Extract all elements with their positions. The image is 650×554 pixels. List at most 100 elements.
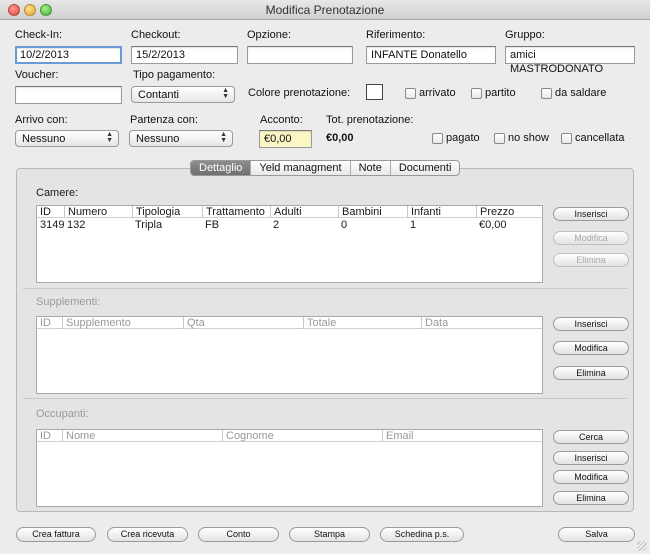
tipo-pagamento-select[interactable]: Contanti ▲ ▼ (131, 86, 235, 103)
camere-elimina-button[interactable]: Elimina (553, 253, 629, 267)
tipo-pagamento-label: Tipo pagamento: (133, 69, 216, 81)
opzione-label: Opzione: (247, 29, 292, 41)
supplementi-modifica-button[interactable]: Modifica (553, 341, 629, 355)
crea-ricevuta-button[interactable]: Crea ricevuta (107, 527, 188, 542)
column-header-id[interactable]: ID (37, 317, 51, 329)
camere-label: Camere: (36, 187, 79, 199)
partenza-select[interactable]: Nessuno ▲ ▼ (129, 130, 233, 147)
acconto-label: Acconto: (260, 114, 303, 126)
cell-infanti: 1 (410, 219, 417, 231)
resize-grip-icon[interactable] (637, 541, 647, 551)
tipo-pagamento-value: Contanti (138, 89, 179, 101)
cancellata-checkbox[interactable] (561, 133, 572, 144)
column-header-adulti[interactable]: Adulti (270, 206, 302, 218)
stampa-button[interactable]: Stampa (289, 527, 370, 542)
supplementi-elimina-button[interactable]: Elimina (553, 366, 629, 380)
gruppo-field[interactable]: amici MASTRODONATO (505, 46, 635, 75)
arrivo-value: Nessuno (22, 133, 66, 145)
supplementi-label: Supplementi: (36, 296, 101, 308)
occupanti-cerca-button[interactable]: Cerca (553, 430, 629, 444)
cell-tipologia: Tripla (135, 219, 163, 231)
column-header-totale[interactable]: Totale (303, 317, 336, 329)
tot-prenotazione-value: €0,00 (326, 132, 354, 144)
camere-modifica-button[interactable]: Modifica (553, 231, 629, 245)
column-header-prezzo[interactable]: Prezzo (476, 206, 514, 218)
arrivato-label: arrivato (419, 87, 456, 99)
title-bar: Modifica Prenotazione (0, 0, 650, 20)
riferimento-field[interactable]: INFANTE Donatello (366, 46, 496, 64)
updown-arrows-icon: ▲ ▼ (220, 131, 227, 144)
column-header-infanti[interactable]: Infanti (407, 206, 441, 218)
colore-label: Colore prenotazione: (248, 87, 351, 99)
tab-documenti[interactable]: Documenti (389, 161, 460, 175)
cell-adulti: 2 (273, 219, 280, 231)
supplementi-table[interactable]: ID Supplemento Qta Totale Data (36, 316, 543, 394)
partenza-label: Partenza con: (130, 114, 198, 126)
column-header-qta[interactable]: Qta (183, 317, 205, 329)
da-saldare-label: da saldare (555, 87, 607, 99)
column-header-nome[interactable]: Nome (62, 430, 95, 442)
crea-fattura-button[interactable]: Crea fattura (16, 527, 96, 542)
column-header-cognome[interactable]: Cognome (222, 430, 274, 442)
camere-table-header: ID Numero Tipologia Trattamento Adulti B… (37, 206, 542, 218)
column-header-email[interactable]: Email (382, 430, 414, 442)
checkin-label: Check-In: (15, 29, 63, 41)
partito-label: partito (485, 87, 516, 99)
dettaglio-panel: Camere: ID Numero Tipologia Trattamento … (16, 168, 634, 512)
tab-dettaglio[interactable]: Dettaglio (191, 161, 251, 175)
updown-arrows-icon: ▲ ▼ (106, 131, 113, 144)
da-saldare-checkbox[interactable] (541, 88, 552, 99)
voucher-label: Voucher: (15, 69, 59, 81)
column-header-data[interactable]: Data (421, 317, 448, 329)
column-header-id[interactable]: ID (37, 206, 51, 218)
occupanti-modifica-button[interactable]: Modifica (553, 470, 629, 484)
voucher-field[interactable] (15, 86, 122, 104)
camere-table[interactable]: ID Numero Tipologia Trattamento Adulti B… (36, 205, 543, 283)
checkin-field[interactable]: 10/2/2013 (15, 46, 122, 64)
section-divider (23, 288, 627, 289)
column-header-numero[interactable]: Numero (64, 206, 107, 218)
no-show-label: no show (508, 132, 549, 144)
cell-bambini: 0 (341, 219, 348, 231)
cell-trattamento: FB (205, 219, 220, 231)
no-show-checkbox[interactable] (494, 133, 505, 144)
occupanti-table-header: ID Nome Cognome Email (37, 430, 542, 442)
arrivato-checkbox[interactable] (405, 88, 416, 99)
column-header-tipologia[interactable]: Tipologia (132, 206, 180, 218)
tab-note[interactable]: Note (349, 161, 390, 175)
pagato-checkbox[interactable] (432, 133, 443, 144)
occupanti-table[interactable]: ID Nome Cognome Email (36, 429, 543, 507)
cell-prezzo: €0,00 (479, 219, 507, 231)
partito-checkbox[interactable] (471, 88, 482, 99)
checkout-label: Checkout: (131, 29, 181, 41)
column-header-id[interactable]: ID (37, 430, 51, 442)
arrivo-select[interactable]: Nessuno ▲ ▼ (15, 130, 119, 147)
camere-inserisci-button[interactable]: Inserisci (553, 207, 629, 221)
checkout-field[interactable]: 15/2/2013 (131, 46, 238, 64)
occupanti-label: Occupanti: (36, 408, 89, 420)
tab-bar: Dettaglio Yeld managment Note Documenti (190, 160, 461, 176)
column-header-trattamento[interactable]: Trattamento (202, 206, 265, 218)
acconto-field[interactable]: €0,00 (259, 130, 312, 148)
occupanti-inserisci-button[interactable]: Inserisci (553, 451, 629, 465)
occupanti-elimina-button[interactable]: Elimina (553, 491, 629, 505)
opzione-field[interactable] (247, 46, 353, 64)
updown-arrows-icon: ▲ ▼ (222, 87, 229, 100)
supplementi-inserisci-button[interactable]: Inserisci (553, 317, 629, 331)
colore-swatch[interactable] (366, 84, 383, 100)
window-title: Modifica Prenotazione (265, 3, 385, 17)
partenza-value: Nessuno (136, 133, 180, 145)
pagato-label: pagato (446, 132, 480, 144)
cell-numero: 132 (67, 219, 86, 231)
column-header-bambini[interactable]: Bambini (338, 206, 382, 218)
tot-prenotazione-label: Tot. prenotazione: (326, 114, 414, 126)
tab-yeld-managment[interactable]: Yeld managment (250, 161, 349, 175)
cancellata-label: cancellata (575, 132, 625, 144)
conto-button[interactable]: Conto (198, 527, 279, 542)
riferimento-label: Riferimento: (366, 29, 426, 41)
salva-button[interactable]: Salva (558, 527, 635, 542)
arrivo-label: Arrivo con: (15, 114, 68, 126)
cell-id: 3149 (40, 219, 65, 231)
schedina-ps-button[interactable]: Schedina p.s. (380, 527, 464, 542)
column-header-supplemento[interactable]: Supplemento (62, 317, 131, 329)
